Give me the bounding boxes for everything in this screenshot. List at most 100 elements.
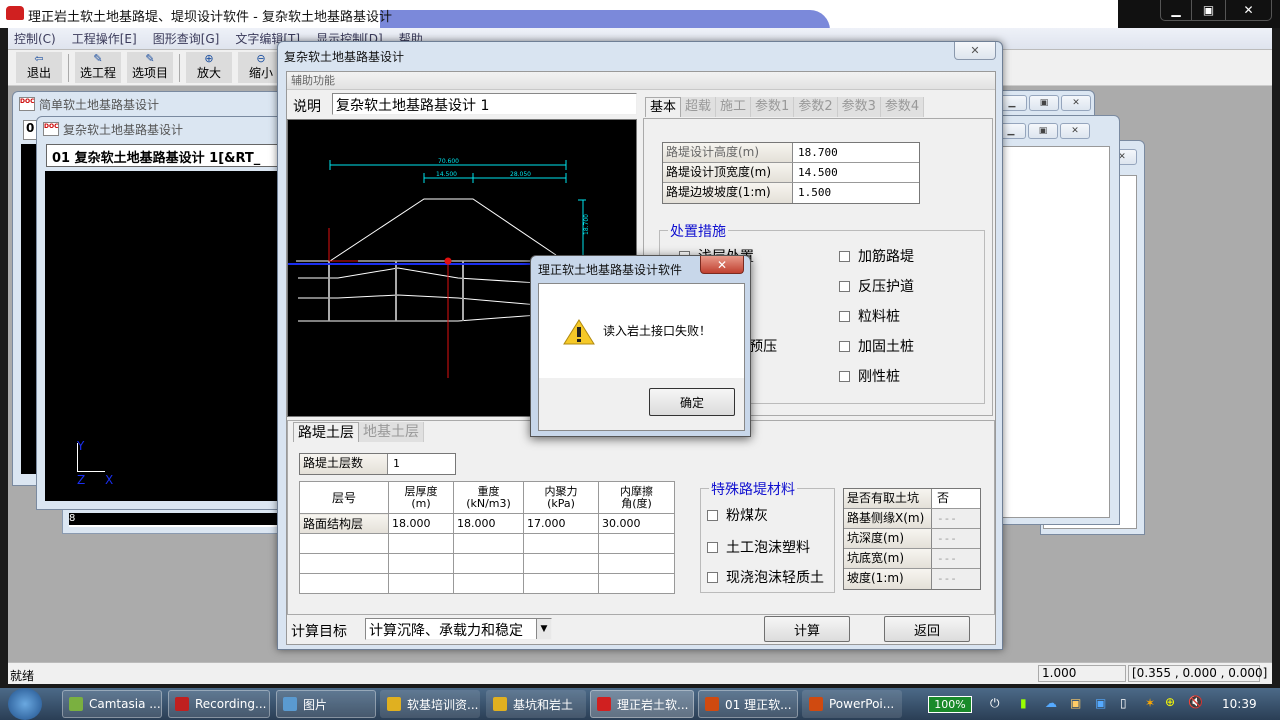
close-icon[interactable]: ✕: [1061, 95, 1091, 111]
menu-graphics[interactable]: 图形查询[G]: [153, 30, 220, 47]
tray-icon[interactable]: ▣: [1070, 696, 1081, 710]
axis-label-z: Z: [77, 473, 86, 487]
maximize-icon[interactable]: ▣: [1028, 123, 1058, 139]
table-row: [299, 573, 675, 594]
layer-table: 层号 层厚度 (m) 重度 (kN/m3) 内聚力 (kPa) 内摩擦 角(度)…: [299, 481, 675, 594]
soil-layer-line: [298, 314, 539, 322]
tab-construction[interactable]: 施工: [716, 97, 752, 117]
checkbox-granular-pile[interactable]: 粒料桩: [839, 306, 900, 326]
message-text: 读入岩土接口失败！: [603, 324, 712, 338]
zoom-in-button[interactable]: ⊕ 放大: [186, 52, 232, 83]
desc-input[interactable]: 复杂软土地基路基设计 1: [332, 93, 637, 115]
start-button[interactable]: [8, 688, 42, 720]
checkbox-fly-ash[interactable]: 粉煤灰: [707, 505, 768, 525]
chevron-down-icon[interactable]: ▼: [536, 619, 551, 639]
checkbox-counterpressure[interactable]: 反压护道: [839, 276, 914, 296]
tab-param2[interactable]: 参数2: [794, 97, 838, 117]
power-plug-icon[interactable]: ⏻: [990, 696, 1000, 711]
close-icon[interactable]: ✕: [1060, 123, 1090, 139]
aux-function-bar[interactable]: 辅助功能: [287, 72, 995, 90]
item-list[interactable]: 01 复杂软土地基路基设计 1[&RT_: [46, 144, 296, 167]
taskbar-item[interactable]: Recording...: [168, 690, 270, 718]
exit-button[interactable]: ⇦ 退出: [16, 52, 62, 83]
drawing-canvas[interactable]: Y Z X: [45, 171, 295, 501]
scale-readout: 1.000: [1038, 665, 1126, 682]
doc-icon: DOC: [43, 122, 59, 136]
col-header: 重度 (kN/m3): [453, 481, 524, 514]
taskbar-item[interactable]: 软基培训资...: [380, 690, 480, 718]
usb-icon[interactable]: ▯: [1120, 696, 1127, 710]
embankment-outline: [329, 198, 557, 262]
background-window: ▁ ▣ ✕: [985, 115, 1120, 525]
close-button[interactable]: ✕: [1225, 0, 1271, 20]
height-input[interactable]: 18.700: [793, 143, 838, 162]
clock[interactable]: 10:39: [1222, 697, 1257, 711]
menu-project[interactable]: 工程操作[E]: [72, 30, 137, 47]
volume-muted-icon[interactable]: 🔇: [1188, 695, 1203, 709]
taskbar-item[interactable]: 01 理正软...: [698, 690, 798, 718]
tab-basic[interactable]: 基本: [645, 97, 682, 117]
checkbox-eps[interactable]: 土工泡沫塑料: [707, 537, 810, 557]
col-header: 层号: [299, 481, 389, 514]
cloud-icon[interactable]: ☁: [1045, 696, 1057, 710]
menu-control[interactable]: 控制(C): [14, 30, 56, 47]
borrow-pit-select[interactable]: 否: [932, 489, 950, 508]
minimize-button[interactable]: ▁: [1161, 0, 1191, 20]
select-item-button[interactable]: ✎ 选项目: [127, 52, 173, 83]
axis-label-x: X: [105, 473, 114, 487]
main-title-bar: 理正岩土软土地基路堤、堤坝设计软件 - 复杂软土地基路基设计 ▁ ▣ ✕: [0, 0, 1280, 30]
main-window-title: 理正岩土软土地基路堤、堤坝设计软件 - 复杂软土地基路基设计: [28, 10, 392, 25]
warning-icon: [563, 319, 595, 345]
checkbox-foam-concrete[interactable]: 现浇泡沫轻质土: [707, 567, 824, 587]
tab-foundation-layers[interactable]: 地基土层: [359, 422, 424, 442]
tray-icon[interactable]: ▣: [1095, 696, 1106, 710]
slope-input[interactable]: 1.500: [793, 183, 832, 203]
taskbar-item[interactable]: PowerPoi...: [802, 690, 902, 718]
tab-param1[interactable]: 参数1: [751, 97, 795, 117]
tab-overload[interactable]: 超载: [681, 97, 717, 117]
param-label: 路堤设计高度(m): [663, 143, 793, 162]
edit-doc-icon: ✎: [145, 52, 155, 65]
status-text: 就绪: [10, 669, 35, 683]
close-icon[interactable]: ✕: [954, 42, 996, 60]
top-width-input[interactable]: 14.500: [793, 163, 838, 182]
checkbox-rigid-pile[interactable]: 刚性桩: [839, 366, 900, 386]
tab-param3[interactable]: 参数3: [837, 97, 881, 117]
calc-target-select[interactable]: 计算沉降、承载力和稳定 ▼: [365, 618, 552, 640]
tab-embankment-layers[interactable]: 路堤土层: [293, 422, 359, 442]
select-project-button[interactable]: ✎ 选工程: [75, 52, 121, 83]
zoom-in-icon: ⊕: [204, 52, 214, 65]
dim-label: 28.050: [510, 171, 531, 178]
layer-tabs: 路堤土层 地基土层: [293, 422, 424, 442]
checkbox-cement-pile[interactable]: 加固土桩: [839, 336, 914, 356]
calc-button[interactable]: 计算: [764, 616, 850, 642]
taskbar-item[interactable]: Camtasia ...: [62, 690, 162, 718]
taskbar: Camtasia ... Recording... 图片 软基培训资... 基坑…: [0, 688, 1280, 720]
maximize-icon[interactable]: ▣: [1029, 95, 1059, 111]
taskbar-item-active[interactable]: 理正岩土软...: [590, 690, 694, 718]
param-label: 路堤设计顶宽度(m): [663, 163, 793, 182]
table-row: 路面结构层 18.000 18.000 17.000 30.000: [299, 513, 675, 534]
maximize-button[interactable]: ▣: [1191, 0, 1225, 20]
dim-label: 14.500: [436, 171, 457, 178]
col-header: 内聚力 (kPa): [523, 481, 599, 514]
plus-icon[interactable]: ⊕: [1165, 695, 1175, 709]
return-button[interactable]: 返回: [884, 616, 970, 642]
table-row: [299, 553, 675, 574]
ok-button[interactable]: 确定: [649, 388, 735, 416]
battery-indicator[interactable]: 100%: [928, 696, 972, 713]
layer-count-grid: 路堤土层数 1: [299, 453, 456, 475]
tray-icon[interactable]: ▮: [1020, 696, 1027, 710]
message-box: 理正软土地基路基设计软件 ✕ 读入岩土接口失败！ 确定: [530, 255, 751, 437]
col-header: 内摩擦 角(度): [598, 481, 675, 514]
checkbox-reinforced[interactable]: 加筋路堤: [839, 246, 914, 266]
taskbar-item[interactable]: 基坑和岩土: [486, 690, 586, 718]
taskbar-item[interactable]: 图片: [276, 690, 376, 718]
layer-count-input[interactable]: 1: [388, 454, 400, 474]
app-icon: [6, 6, 24, 20]
dialog-title: 复杂软土地基路基设计: [284, 50, 405, 64]
param-label: 路堤边坡坡度(1:m): [663, 183, 793, 203]
tab-param4[interactable]: 参数4: [880, 97, 925, 117]
network-icon[interactable]: ✶: [1145, 696, 1155, 710]
close-icon[interactable]: ✕: [700, 256, 744, 274]
